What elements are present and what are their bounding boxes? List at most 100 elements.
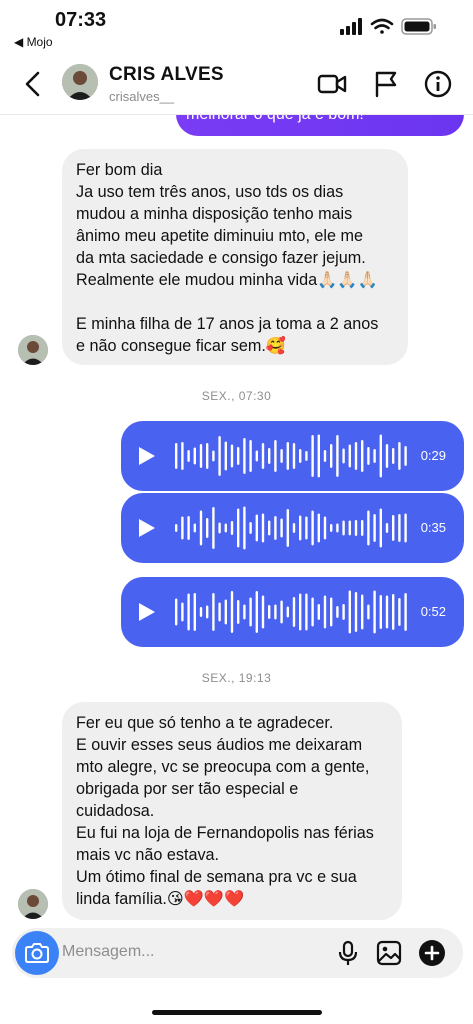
message-line: cuidadosa. (76, 802, 155, 820)
waveform-bar (398, 598, 401, 626)
plus-icon[interactable] (418, 939, 446, 967)
waveform-bar (317, 604, 320, 620)
waveform[interactable] (173, 587, 413, 637)
incoming-message-bubble[interactable]: Fer eu que só tenho a te agradecer. E ou… (62, 702, 402, 920)
waveform-bar (199, 444, 203, 468)
waveform-bar (212, 593, 215, 631)
waveform-bar (398, 514, 401, 542)
waveform-bar (286, 509, 289, 547)
waveform-bar (354, 520, 358, 536)
chat-header: CRIS ALVES crisalves__ (0, 56, 473, 115)
waveform-bar (268, 520, 271, 536)
waveform-bar (404, 513, 407, 543)
message-line: ânimo meu apetite diminuiu mto, ele me (76, 227, 364, 245)
waveform-bar (249, 597, 252, 627)
waveform-bar (379, 508, 382, 548)
waveform-bar (373, 514, 376, 542)
contact-username[interactable]: crisalves__ (109, 89, 174, 104)
sender-avatar[interactable] (18, 335, 48, 365)
waveform-bar (237, 508, 240, 548)
waveform[interactable] (173, 431, 413, 481)
waveform-bar (354, 592, 358, 632)
waveform-bar (218, 602, 221, 622)
voice-duration: 0:52 (420, 604, 446, 619)
voice-message[interactable]: 0:35 (121, 493, 464, 563)
waveform-bar (181, 516, 184, 540)
waveform-bar (181, 442, 184, 470)
message-line: Eu fui na loja de Fernandopolis nas féri… (76, 824, 374, 842)
waveform-bar (187, 516, 190, 540)
message-line: E minha filha de 17 anos ja toma a 2 ano… (76, 315, 379, 333)
voice-message[interactable]: 0:52 (121, 577, 464, 647)
incoming-message-bubble[interactable]: Fer bom dia Ja uso tem três anos, uso td… (62, 149, 408, 365)
waveform-bar (280, 449, 283, 463)
waveform-bar (212, 450, 215, 462)
waveform[interactable] (173, 503, 413, 553)
message-input[interactable]: Mensagem... (62, 943, 154, 961)
waveform-bar (299, 449, 302, 463)
back-to-app-link[interactable]: ◀ Mojo (14, 35, 53, 49)
waveform-bar (206, 518, 209, 538)
waveform-bar (224, 441, 227, 471)
waveform-bar (311, 435, 314, 477)
waveform-bar (311, 597, 314, 627)
info-icon[interactable] (423, 69, 453, 99)
back-arrow-icon[interactable] (20, 69, 46, 99)
waveform-bar (348, 590, 351, 634)
waveform-bar (323, 595, 327, 629)
sender-avatar[interactable] (18, 889, 48, 919)
waveform-bar (175, 524, 178, 532)
message-line: linda família.😘❤️❤️❤️ (76, 890, 245, 908)
contact-name[interactable]: CRIS ALVES (109, 64, 224, 86)
waveform-bar (261, 443, 265, 469)
waveform-bar (392, 594, 395, 630)
waveform-bar (237, 600, 240, 624)
home-indicator (152, 1010, 322, 1015)
waveform-bar (230, 521, 234, 535)
video-call-icon[interactable] (317, 69, 347, 99)
waveform-bar (305, 593, 308, 631)
line-spacer (76, 291, 394, 313)
waveform-bar (181, 602, 184, 622)
waveform-bar (255, 514, 258, 542)
waveform-bar (330, 597, 333, 627)
message-line: Um ótimo final de semana pra vc e sua (76, 868, 357, 886)
waveform-bar (317, 513, 320, 543)
flag-icon[interactable] (371, 69, 401, 99)
waveform-bar (385, 523, 389, 533)
waveform-bar (398, 442, 401, 470)
waveform-bar (206, 605, 209, 619)
voice-message[interactable]: 0:29 (121, 421, 464, 491)
camera-button[interactable] (15, 931, 59, 975)
waveform-bar (193, 523, 196, 533)
play-icon[interactable] (139, 447, 155, 465)
waveform-bar (348, 444, 351, 468)
message-line: e não consegue ficar sem.🥰 (76, 337, 287, 355)
waveform-bar (336, 435, 339, 477)
gallery-icon[interactable] (375, 939, 403, 967)
waveform-bar (373, 590, 376, 634)
waveform-bar (379, 434, 382, 478)
contact-avatar[interactable] (62, 64, 98, 100)
waveform-bar (243, 438, 246, 474)
waveform-bar (268, 605, 271, 619)
wifi-icon (370, 18, 394, 34)
play-icon[interactable] (139, 603, 155, 621)
waveform-bar (361, 520, 364, 536)
waveform-bar (367, 447, 370, 465)
waveform-bar (292, 443, 296, 469)
waveform-bar (199, 510, 203, 546)
message-line: Fer eu que só tenho a te agradecer. (76, 714, 334, 732)
waveform-bar (261, 595, 265, 629)
message-timestamp: SEX., 07:30 (201, 389, 272, 403)
waveform-bar (299, 515, 302, 541)
waveform-bar (379, 595, 382, 629)
message-composer[interactable]: Mensagem... (12, 928, 463, 978)
waveform-bar (336, 523, 339, 533)
voice-duration: 0:29 (420, 448, 446, 463)
microphone-icon[interactable] (334, 939, 362, 967)
waveform-bar (367, 510, 370, 546)
waveform-bar (404, 446, 407, 466)
message-line: mudou a minha disposição tenho mais (76, 205, 353, 223)
play-icon[interactable] (139, 519, 155, 537)
